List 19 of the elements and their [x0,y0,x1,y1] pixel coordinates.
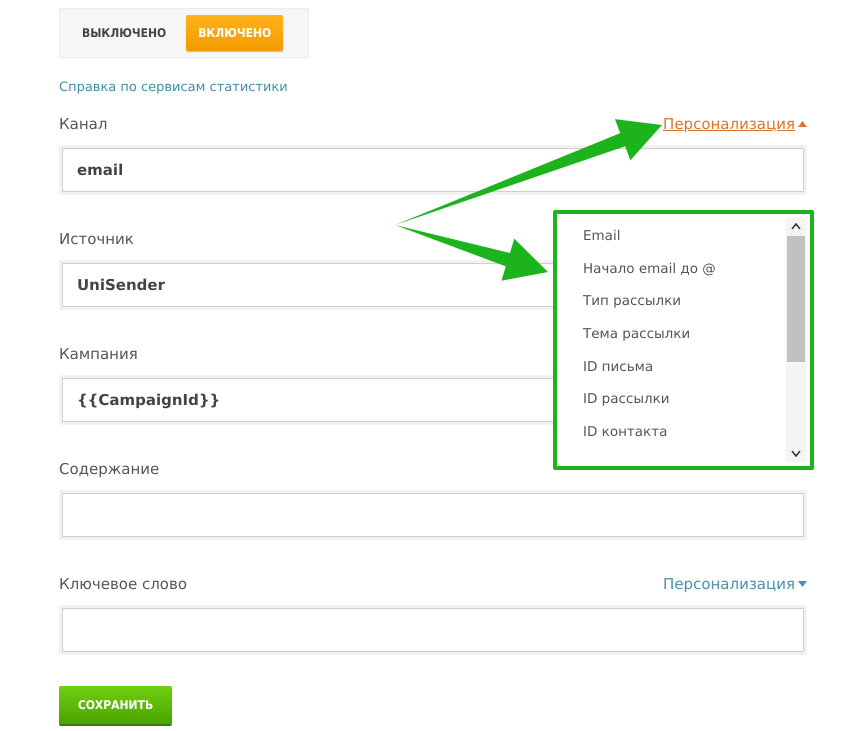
help-link[interactable]: Справка по сервисам статистики [59,80,288,95]
toggle-option[interactable]: ВЫКЛЮЧЕНО [70,15,178,51]
field-label: Канал [59,115,108,133]
scrollbar[interactable] [786,218,806,462]
field-label: Содержание [59,460,160,478]
menu-item[interactable]: Тема рассылки [583,326,786,359]
menu-item[interactable]: Начало email до @ [583,260,786,294]
field-label: Ключевое слово [59,575,187,593]
input-field[interactable] [62,608,804,652]
personalization-link[interactable]: Персонализация [663,575,807,593]
menu-item[interactable]: Email [583,228,786,261]
menu-item[interactable]: ID рассылки [583,391,786,424]
menu-item[interactable]: ID контакта [583,424,786,457]
caret-down-icon [798,581,807,587]
caret-up-icon [798,121,807,127]
input-field[interactable]: email [62,148,804,192]
field-label: Кампания [59,345,138,363]
input-field[interactable] [62,493,804,537]
field-label: Источник [59,230,134,248]
